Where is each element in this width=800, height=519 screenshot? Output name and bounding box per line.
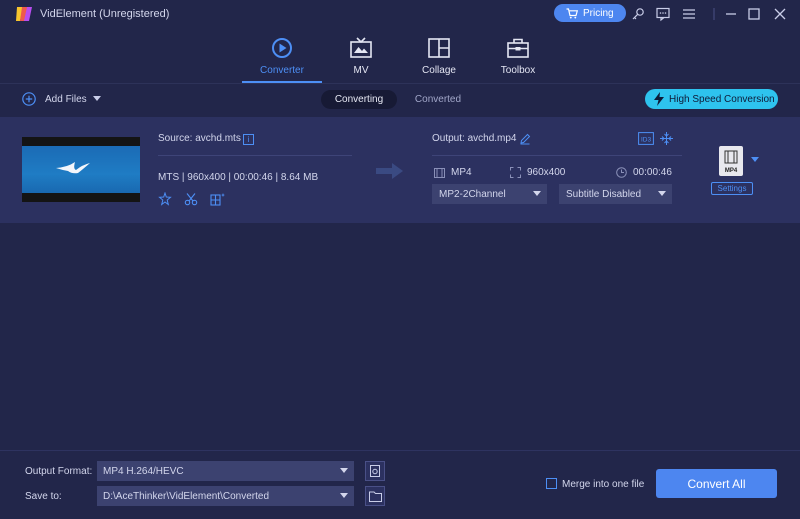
output-format-select-value: MP4 H.264/HEVC <box>103 465 184 477</box>
cut-icon[interactable] <box>184 192 198 206</box>
merge-label: Merge into one file <box>562 479 645 490</box>
film-strip-icon <box>724 150 738 164</box>
merge-checkbox[interactable] <box>546 478 557 489</box>
toolbox-icon <box>507 38 529 58</box>
tab-converter-label: Converter <box>260 65 304 76</box>
id3-tag-icon[interactable]: ID3 <box>638 132 654 145</box>
format-dropdown-icon[interactable] <box>751 157 759 162</box>
folder-icon <box>368 491 382 502</box>
source-divider <box>158 155 352 156</box>
output-duration-value: 00:00:46 <box>633 167 672 178</box>
settings-button[interactable]: Settings <box>711 182 753 195</box>
subtitle-select[interactable]: Subtitle Disabled <box>559 184 672 204</box>
film-icon <box>434 167 445 178</box>
compress-icon[interactable] <box>660 132 673 145</box>
resolution-icon <box>510 167 521 178</box>
active-tab-indicator <box>242 81 322 83</box>
format-badge-text: MP4 <box>724 168 738 174</box>
seagull-graphic <box>56 162 90 174</box>
open-folder-button[interactable] <box>365 486 385 506</box>
output-resolution-value: 960x400 <box>527 167 566 178</box>
converter-icon <box>272 38 292 58</box>
output-divider <box>432 155 682 156</box>
lightning-icon <box>654 92 664 106</box>
tab-collage[interactable]: Collage <box>399 34 479 82</box>
key-icon[interactable] <box>630 6 646 22</box>
format-settings-button[interactable] <box>365 461 385 481</box>
source-metadata: MTS | 960x400 | 00:00:46 | 8.64 MB <box>158 172 319 183</box>
high-speed-conversion-button[interactable]: High Speed Conversion <box>645 89 778 109</box>
close-icon[interactable] <box>772 6 788 22</box>
chat-icon[interactable] <box>655 6 671 22</box>
tab-converted[interactable]: Converted <box>408 90 468 109</box>
edit-effects-icon[interactable] <box>210 192 226 206</box>
maximize-icon[interactable] <box>746 6 762 22</box>
output-resolution-spec: 960x400 <box>510 167 565 178</box>
save-to-label: Save to: <box>25 491 62 502</box>
video-thumbnail[interactable] <box>22 137 140 202</box>
svg-text:ID3: ID3 <box>641 136 652 143</box>
chevron-down-icon <box>340 468 348 473</box>
chevron-down-icon[interactable] <box>92 96 101 102</box>
app-title: VidElement (Unregistered) <box>40 8 170 20</box>
separator-icon <box>713 8 715 20</box>
output-filename: Output: avchd.mp4 <box>432 133 517 144</box>
high-speed-label: High Speed Conversion <box>669 93 775 105</box>
output-format-label: Output Format: <box>25 466 93 477</box>
tab-collage-label: Collage <box>422 65 456 76</box>
rename-pen-icon[interactable] <box>519 133 531 145</box>
audio-track-select[interactable]: MP2-2Channel <box>432 184 547 204</box>
info-icon[interactable]: i <box>243 134 254 145</box>
save-to-field[interactable]: D:\AceThinker\VidElement\Converted <box>97 486 354 506</box>
collage-icon <box>428 38 450 58</box>
tab-toolbox[interactable]: Toolbox <box>478 34 558 82</box>
output-format-spec: MP4 <box>434 167 472 178</box>
enhance-icon[interactable] <box>158 192 172 206</box>
chevron-down-icon <box>533 191 541 196</box>
mv-icon <box>350 37 372 58</box>
tab-converting[interactable]: Converting <box>321 90 397 109</box>
tab-mv-label: MV <box>353 65 369 76</box>
thumbnail-image <box>22 146 140 193</box>
cart-icon <box>566 7 578 18</box>
settings-doc-icon <box>370 465 380 477</box>
pricing-label: Pricing <box>583 7 614 19</box>
edit-tools <box>158 192 238 206</box>
convert-all-button[interactable]: Convert All <box>656 469 777 498</box>
title-bar: VidElement (Unregistered) Pricing <box>0 0 800 28</box>
videlement-logo-icon <box>16 7 32 21</box>
output-format-select[interactable]: MP4 H.264/HEVC <box>97 461 354 481</box>
tab-converter[interactable]: Converter <box>242 34 322 82</box>
subtitle-value: Subtitle Disabled <box>566 188 642 200</box>
output-format-value: MP4 <box>451 167 472 178</box>
menu-icon[interactable] <box>681 6 697 22</box>
minimize-icon[interactable] <box>723 6 739 22</box>
tab-toolbox-label: Toolbox <box>500 65 536 76</box>
save-to-path: D:\AceThinker\VidElement\Converted <box>103 490 270 502</box>
output-duration-spec: 00:00:46 <box>616 167 672 178</box>
chevron-down-icon <box>658 191 666 196</box>
main-nav: Converter MV Collage Toolbox <box>0 28 800 84</box>
convert-arrow-icon <box>376 163 403 179</box>
chevron-down-icon <box>340 493 348 498</box>
output-format-icon[interactable]: MP4 <box>719 146 743 176</box>
tab-mv[interactable]: MV <box>321 34 401 82</box>
pricing-button[interactable]: Pricing <box>554 4 626 22</box>
audio-track-value: MP2-2Channel <box>439 188 506 200</box>
source-filename: Source: avchd.mts <box>158 133 241 144</box>
add-circle-icon <box>22 92 36 106</box>
add-files-label: Add Files <box>45 93 87 105</box>
add-files-button[interactable]: Add Files <box>22 92 101 106</box>
clock-icon <box>616 167 627 178</box>
